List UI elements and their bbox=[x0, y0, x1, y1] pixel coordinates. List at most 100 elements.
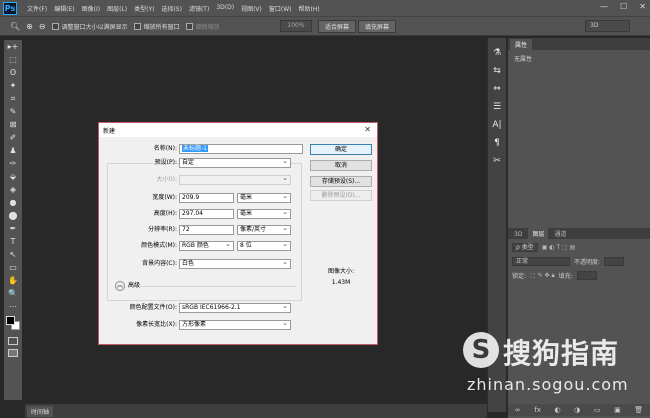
menu-view[interactable]: 视图(V) bbox=[241, 4, 262, 13]
height-field[interactable]: 297.04 bbox=[179, 209, 234, 219]
zoom-tool-icon[interactable]: 🔍 bbox=[4, 287, 22, 300]
zoom-out-icon[interactable]: ⊖ bbox=[39, 22, 46, 31]
menu-help[interactable]: 帮助(H) bbox=[299, 4, 320, 13]
menu-type[interactable]: 类型(Y) bbox=[134, 4, 154, 13]
eraser-tool-icon[interactable]: ⬙ bbox=[4, 170, 22, 183]
opacity-label: 不透明度: bbox=[574, 259, 601, 266]
zoom-in-icon[interactable]: ⊕ bbox=[26, 22, 33, 31]
healing-tool-icon[interactable]: ⊠ bbox=[4, 118, 22, 131]
save-preset-button[interactable]: 存储预设(S)... bbox=[310, 176, 372, 187]
trash-icon[interactable]: 🗑 bbox=[634, 406, 643, 414]
bit-depth-select[interactable]: 8 位 bbox=[237, 240, 291, 251]
preset-select[interactable]: 自定 bbox=[179, 157, 291, 168]
lock-icons[interactable]: ⬚ ✎ ✥ 🔒︎ bbox=[530, 272, 555, 280]
ok-button[interactable]: 确定 bbox=[310, 144, 372, 155]
tools-preset-icon[interactable]: ✂ bbox=[488, 152, 506, 170]
type-tool-icon[interactable]: T bbox=[4, 235, 22, 248]
3d-panel-icon[interactable]: ⚗ bbox=[488, 44, 506, 62]
tab-3d[interactable]: 3D bbox=[510, 230, 526, 239]
fill-field[interactable] bbox=[576, 271, 597, 280]
close-icon[interactable]: ✕ bbox=[639, 2, 646, 11]
cancel-button[interactable]: 取消 bbox=[310, 160, 372, 171]
foreground-color-swatch[interactable] bbox=[6, 316, 15, 325]
marquee-tool-icon[interactable]: ⬚ bbox=[4, 53, 22, 66]
height-unit-select[interactable]: 毫米 bbox=[237, 208, 291, 219]
path-select-tool-icon[interactable]: ↖ bbox=[4, 248, 22, 261]
screen-mode-icon[interactable] bbox=[8, 349, 18, 357]
advanced-toggle-icon[interactable]: ︽ bbox=[115, 281, 125, 291]
gradient-tool-icon[interactable]: ◈ bbox=[4, 183, 22, 196]
background-select[interactable]: 白色 bbox=[179, 258, 291, 269]
quick-select-tool-icon[interactable]: ✦ bbox=[4, 79, 22, 92]
paragraph-panel-icon[interactable]: ¶ bbox=[488, 134, 506, 152]
adjust-panel-icon[interactable]: ⇆ bbox=[488, 62, 506, 80]
quick-mask-icon[interactable] bbox=[8, 337, 18, 345]
size-select[interactable] bbox=[179, 174, 291, 185]
blend-mode-select[interactable]: 正常 bbox=[512, 257, 570, 266]
tab-layers[interactable]: 图层 bbox=[528, 228, 549, 239]
menu-layer[interactable]: 图层(L) bbox=[107, 4, 127, 13]
watermark-url: zhinan.sogou.com bbox=[467, 375, 629, 394]
workspace-select[interactable]: 3D bbox=[585, 20, 630, 32]
menu-edit[interactable]: 编辑(E) bbox=[54, 4, 74, 13]
pen-tool-icon[interactable]: ✒ bbox=[4, 222, 22, 235]
menu-select[interactable]: 选择(S) bbox=[161, 4, 182, 13]
new-group-icon[interactable]: ▭ bbox=[594, 406, 601, 414]
move-tool-icon[interactable]: ▸+ bbox=[4, 40, 22, 53]
color-swatches[interactable] bbox=[4, 315, 22, 333]
name-field[interactable]: 未标题-1 bbox=[179, 144, 303, 154]
eyedropper-tool-icon[interactable]: ✎ bbox=[4, 105, 22, 118]
opacity-field[interactable] bbox=[604, 257, 625, 266]
tab-properties[interactable]: 属性 bbox=[510, 39, 533, 50]
resolution-unit-select[interactable]: 像素/英寸 bbox=[237, 224, 291, 235]
zoom-tool-icon[interactable]: 🔍︎ bbox=[10, 22, 20, 31]
fit-screen-button[interactable]: 适合屏幕 bbox=[318, 20, 357, 33]
minimize-icon[interactable]: — bbox=[600, 2, 608, 11]
more-tools-icon[interactable]: ⋯ bbox=[4, 300, 22, 313]
scrubby-zoom-checkbox[interactable]: 细微缩放 bbox=[185, 22, 220, 31]
crop-tool-icon[interactable]: ⌗ bbox=[4, 92, 22, 105]
width-field[interactable]: 209.9 bbox=[179, 193, 234, 203]
add-mask-icon[interactable]: ◐ bbox=[554, 406, 560, 414]
fill-screen-button[interactable]: 填充屏幕 bbox=[358, 20, 397, 33]
maximize-icon[interactable]: ☐ bbox=[620, 2, 627, 11]
width-unit-select[interactable]: 毫米 bbox=[237, 192, 291, 203]
delete-preset-button[interactable]: 删除预设(D)... bbox=[310, 190, 372, 201]
close-icon[interactable]: ✕ bbox=[364, 125, 371, 134]
color-mode-select[interactable]: RGB 颜色 bbox=[179, 240, 234, 251]
dodge-tool-icon[interactable]: ⬤ bbox=[4, 209, 22, 222]
history-panel-icon[interactable]: ☰ bbox=[488, 98, 506, 116]
shape-tool-icon[interactable]: ▭ bbox=[4, 261, 22, 274]
color-profile-select[interactable]: sRGB IEC61966-2.1 bbox=[179, 302, 291, 313]
lasso-tool-icon[interactable]: ʘ bbox=[4, 66, 22, 79]
blur-tool-icon[interactable]: ● bbox=[4, 196, 22, 209]
menu-list: 文件(F) 编辑(E) 图像(I) 图层(L) 类型(Y) 选择(S) 滤镜(T… bbox=[27, 4, 320, 13]
resize-windows-checkbox[interactable]: 调整窗口大小以满屏显示 bbox=[51, 22, 128, 31]
adjustment-layer-icon[interactable]: ◑ bbox=[574, 406, 580, 414]
menu-image[interactable]: 图像(I) bbox=[82, 4, 100, 13]
menu-file[interactable]: 文件(F) bbox=[27, 4, 47, 13]
timeline-panel: 时间轴 bbox=[25, 404, 487, 418]
height-label: 高度(H): bbox=[153, 210, 177, 217]
tab-channels[interactable]: 通道 bbox=[550, 228, 570, 239]
stamp-tool-icon[interactable]: ♟ bbox=[4, 144, 22, 157]
character-panel-icon[interactable]: A| bbox=[488, 116, 506, 134]
hand-tool-icon[interactable]: ✋ bbox=[4, 274, 22, 287]
link-layers-icon[interactable]: ∞ bbox=[515, 406, 521, 414]
properties-panel-icon[interactable]: ⇔ bbox=[488, 80, 506, 98]
brush-tool-icon[interactable]: ✐ bbox=[4, 131, 22, 144]
new-layer-icon[interactable]: ▣ bbox=[614, 406, 621, 414]
resolution-label: 分辨率(R): bbox=[148, 226, 177, 233]
pixel-aspect-select[interactable]: 方形像素 bbox=[179, 319, 291, 330]
menu-filter[interactable]: 滤镜(T) bbox=[189, 4, 209, 13]
history-brush-tool-icon[interactable]: ✑ bbox=[4, 157, 22, 170]
zoom-value-field[interactable]: 100% bbox=[280, 20, 312, 32]
options-bar: 🔍︎ ⊕ ⊖ 调整窗口大小以满屏显示 缩放所有窗口 细微缩放 100% 适合屏幕… bbox=[0, 16, 650, 36]
zoom-all-checkbox[interactable]: 缩放所有窗口 bbox=[133, 22, 180, 31]
menu-window[interactable]: 窗口(W) bbox=[269, 4, 292, 13]
menu-3d[interactable]: 3D(D) bbox=[216, 4, 234, 13]
resolution-field[interactable]: 72 bbox=[179, 225, 234, 235]
layer-style-icon[interactable]: fx bbox=[534, 406, 541, 414]
layer-kind-filter[interactable]: ρ 类型 bbox=[512, 243, 538, 252]
tab-timeline[interactable]: 时间轴 bbox=[27, 406, 54, 417]
